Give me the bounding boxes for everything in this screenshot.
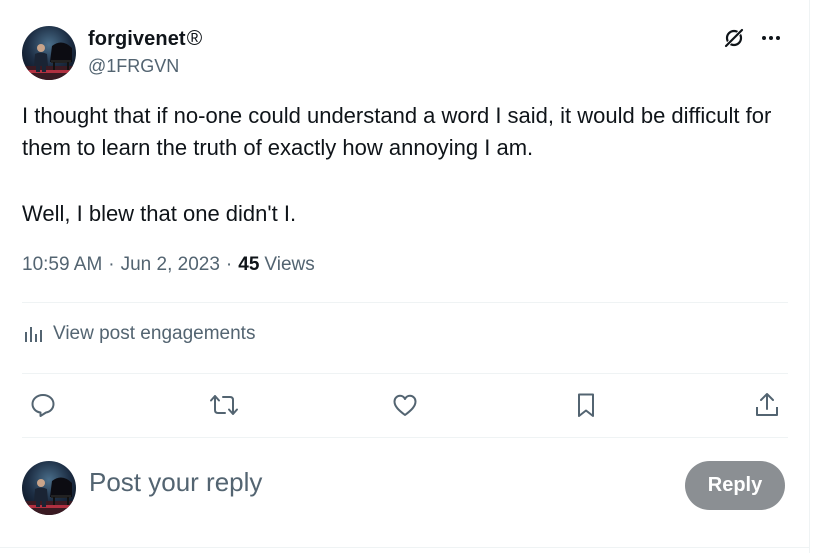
divider <box>22 302 788 303</box>
post-time[interactable]: 10:59 AM <box>22 254 102 276</box>
registered-mark: ® <box>186 27 203 50</box>
reply-icon[interactable] <box>27 389 59 421</box>
author-display-name[interactable]: forgivenet <box>88 28 186 51</box>
author-name-row[interactable]: forgivenet ® <box>88 27 202 51</box>
top-actions <box>722 26 782 50</box>
views-count: 45 <box>238 254 260 275</box>
post-card: forgivenet ® @1FRGVN I thought that if n… <box>0 0 810 553</box>
divider <box>22 437 788 438</box>
analytics-icon <box>25 327 42 342</box>
author-handle[interactable]: @1FRGVN <box>88 56 179 77</box>
divider <box>22 373 788 374</box>
grok-icon[interactable] <box>722 26 746 50</box>
avatar-image <box>22 26 76 80</box>
like-icon[interactable] <box>389 389 421 421</box>
post-paragraph: Well, I blew that one didn't I. <box>22 201 297 226</box>
reply-input[interactable]: Post your reply <box>89 467 262 498</box>
user-avatar[interactable] <box>22 461 76 515</box>
card-bottom-border <box>0 547 810 548</box>
more-options-icon[interactable] <box>760 27 782 49</box>
share-icon[interactable] <box>751 389 783 421</box>
bookmark-icon[interactable] <box>570 389 602 421</box>
author-avatar[interactable] <box>22 26 76 80</box>
engagements-label[interactable]: View post engagements <box>53 323 255 345</box>
action-bar <box>0 389 810 421</box>
view-engagements-link[interactable]: View post engagements <box>22 323 255 345</box>
post-date[interactable]: Jun 2, 2023 <box>121 254 220 276</box>
meta-separator: · <box>108 254 115 275</box>
avatar-image <box>22 461 76 515</box>
retweet-icon[interactable] <box>208 389 240 421</box>
meta-separator: · <box>225 254 233 275</box>
reply-button[interactable]: Reply <box>685 461 785 510</box>
post-meta: 10:59 AM · Jun 2, 2023 · 45 Views <box>22 254 315 276</box>
post-paragraph: I thought that if no-one could understan… <box>22 103 772 160</box>
post-text: I thought that if no-one could understan… <box>22 100 782 230</box>
views-label: Views <box>264 254 315 275</box>
